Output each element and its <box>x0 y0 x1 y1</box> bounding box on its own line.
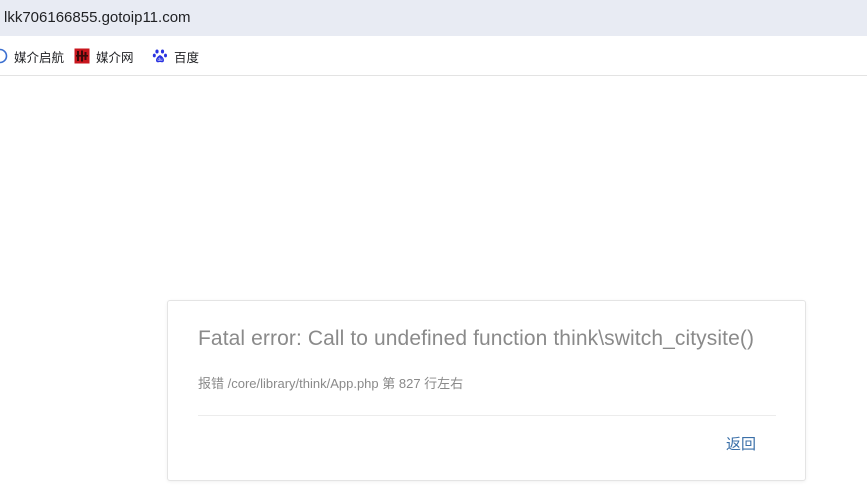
error-card: Fatal error: Call to undefined function … <box>167 300 806 481</box>
bookmark-label: 媒介启航 <box>14 50 65 65</box>
back-link[interactable]: 返回 <box>726 433 756 454</box>
globe-icon <box>0 48 8 64</box>
media-logo-icon <box>74 48 90 64</box>
bookmark-meijie-qihang[interactable]: 媒介启航 <box>0 47 64 65</box>
bookmark-label: 百度 <box>174 50 200 65</box>
bookmark-label: 媒介网 <box>96 50 134 65</box>
error-title: Fatal error: Call to undefined function … <box>198 327 755 350</box>
divider <box>198 415 776 416</box>
error-detail: 报错 /core/library/think/App.php 第 827 行左右 <box>198 376 464 391</box>
svg-text:du: du <box>157 57 163 62</box>
bookmark-meijiewang[interactable]: 媒介网 <box>74 47 134 65</box>
baidu-paw-icon: du <box>152 48 168 64</box>
address-text[interactable]: lkk706166855.gotoip11.com <box>4 9 191 26</box>
bookmarks-bar: 媒介启航 媒介网 du 百度 <box>0 36 867 76</box>
bookmark-baidu[interactable]: du 百度 <box>152 47 199 65</box>
address-bar[interactable]: lkk706166855.gotoip11.com <box>0 0 867 36</box>
